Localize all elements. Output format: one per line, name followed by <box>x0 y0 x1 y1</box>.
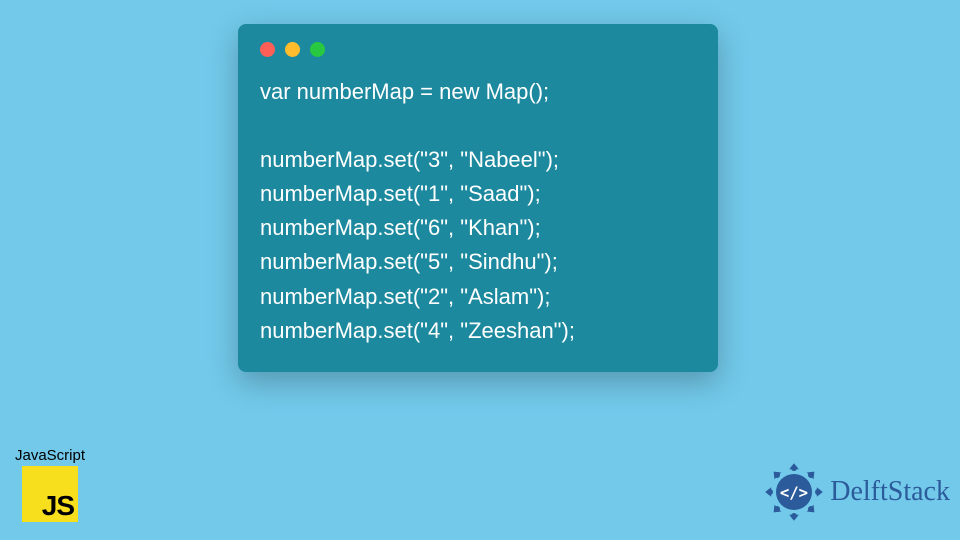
code-line: numberMap.set("1", "Saad"); <box>260 181 541 206</box>
svg-text:</>: </> <box>780 484 808 502</box>
code-line: numberMap.set("5", "Sindhu"); <box>260 249 558 274</box>
close-dot-icon <box>260 42 275 57</box>
maximize-dot-icon <box>310 42 325 57</box>
code-line: numberMap.set("6", "Khan"); <box>260 215 541 240</box>
delftstack-gear-icon: </> <box>764 462 824 522</box>
delftstack-text: DelftStack <box>830 476 950 508</box>
code-line: numberMap.set("4", "Zeeshan"); <box>260 318 575 343</box>
javascript-logo-icon: JS <box>22 466 78 522</box>
code-line: numberMap.set("3", "Nabeel"); <box>260 147 559 172</box>
delftstack-logo: </> DelftStack <box>764 462 950 522</box>
code-window: var numberMap = new Map(); numberMap.set… <box>238 24 718 372</box>
js-logo-text: JS <box>42 490 74 522</box>
window-controls <box>260 42 696 57</box>
javascript-label: JavaScript <box>15 447 85 464</box>
javascript-badge: JavaScript JS <box>6 447 94 522</box>
code-line: var numberMap = new Map(); <box>260 79 549 104</box>
minimize-dot-icon <box>285 42 300 57</box>
code-line: numberMap.set("2", "Aslam"); <box>260 284 550 309</box>
code-block: var numberMap = new Map(); numberMap.set… <box>260 75 696 348</box>
